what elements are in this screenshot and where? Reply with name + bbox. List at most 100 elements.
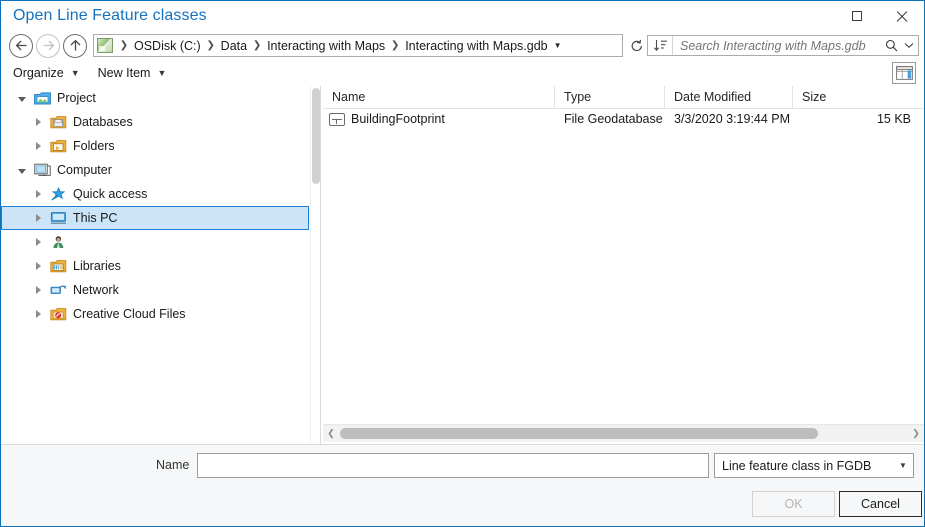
tree-item-computer[interactable]: Computer [1,158,310,182]
quick-access-star-icon [49,186,67,202]
search-button[interactable] [882,36,900,55]
expander-closed-icon[interactable] [27,214,49,222]
search-bar[interactable] [647,35,919,56]
tree-item-label: Databases [73,115,133,129]
expander-closed-icon[interactable] [27,286,49,294]
search-options-button[interactable] [900,36,918,55]
expander-closed-icon[interactable] [27,190,49,198]
file-list-horizontal-scrollbar[interactable]: ❮ ❯ [323,424,924,442]
ok-button[interactable]: OK [752,491,835,517]
file-list-header: Name Type Date Modified Size [323,86,924,109]
open-line-feature-classes-dialog: Open Line Feature classes [0,0,925,527]
expander-closed-icon[interactable] [27,142,49,150]
chevron-down-icon [904,42,914,49]
arrow-left-icon [15,40,28,51]
tree-item-label: Folders [73,139,115,153]
tree-item-label: Creative Cloud Files [73,307,186,321]
forward-button [36,34,60,58]
line-feature-class-icon [329,113,345,126]
chevron-down-icon: ▼ [157,68,166,78]
maximize-button[interactable] [834,2,879,31]
name-input[interactable] [197,453,709,478]
column-header-type[interactable]: Type [555,86,665,108]
expander-closed-icon[interactable] [27,262,49,270]
expander-closed-icon[interactable] [27,118,49,126]
breadcrumb-interacting-with-maps[interactable]: Interacting with Maps [264,39,388,53]
breadcrumb-chevron-0[interactable]: ❯ [117,40,131,51]
file-name-label: BuildingFootprint [351,109,445,130]
new-item-menu[interactable]: New Item ▼ [92,62,173,84]
libraries-icon [49,258,67,274]
search-icon [885,39,898,52]
scroll-left-icon[interactable]: ❮ [323,425,339,442]
up-button[interactable] [63,34,87,58]
expander-open-icon[interactable] [11,95,33,102]
tree-item-creative-cloud-files[interactable]: Creative Cloud Files [1,302,310,326]
arrow-right-icon [42,40,55,51]
breadcrumb-interacting-with-maps-gdb[interactable]: Interacting with Maps.gdb [402,39,550,53]
new-item-label: New Item [98,66,151,80]
name-field-label: Name [156,458,189,472]
tree-item-this-pc[interactable]: This PC [1,206,309,230]
file-size-cell: 15 KB [793,109,924,130]
breadcrumb-chevron-2[interactable]: ❯ [250,40,264,51]
databases-icon [49,114,67,130]
column-header-date-modified[interactable]: Date Modified [665,86,793,108]
tree-item-label: Libraries [73,259,121,273]
project-folder-icon [33,90,51,106]
column-header-size[interactable]: Size [793,86,924,108]
folder-tree: Project Databases [1,86,310,444]
breadcrumb-chevron-3[interactable]: ❯ [388,40,402,51]
back-button[interactable] [9,34,33,58]
expander-closed-icon[interactable] [27,310,49,318]
details-view-icon [896,66,913,80]
tree-item-label: Computer [57,163,112,177]
view-mode-button[interactable] [892,62,916,84]
tree-item-label: Quick access [73,187,147,201]
organize-label: Organize [13,66,64,80]
breadcrumb-dropdown-icon[interactable]: ▼ [551,41,565,50]
dialog-footer: Name Line feature class in FGDB ▼ OK Can… [1,444,924,527]
tree-item-label: Project [57,91,96,105]
sort-button[interactable] [648,36,673,55]
this-pc-monitor-icon [49,210,67,226]
tree-item-project[interactable]: Project [1,86,310,110]
creative-cloud-icon [49,306,67,322]
breadcrumb-data[interactable]: Data [218,39,250,53]
scroll-right-icon[interactable]: ❯ [908,425,924,442]
tree-item-quick-access[interactable]: Quick access [1,182,310,206]
table-row[interactable]: BuildingFootprint File Geodatabase F 3/3… [323,109,924,130]
folders-icon [49,138,67,154]
horizontal-scroll-thumb[interactable] [340,428,818,439]
organize-menu[interactable]: Organize ▼ [7,62,86,84]
breadcrumb-chevron-1[interactable]: ❯ [204,40,218,51]
window-title: Open Line Feature classes [13,7,207,25]
file-type-cell: File Geodatabase F [555,109,665,130]
refresh-icon [630,39,644,53]
address-bar[interactable]: ❯ OSDisk (C:) ❯ Data ❯ Interacting with … [93,34,623,57]
column-header-name[interactable]: Name [323,86,555,108]
cancel-button[interactable]: Cancel [839,491,922,517]
sort-descending-icon [653,39,668,52]
search-input[interactable] [673,38,882,54]
close-button[interactable] [879,2,924,31]
file-name-cell[interactable]: BuildingFootprint [323,109,555,130]
expander-closed-icon[interactable] [27,238,49,246]
tree-item-folders[interactable]: Folders [1,134,310,158]
chevron-down-icon: ▼ [71,68,80,78]
tree-item-label: This PC [73,211,117,225]
tree-item-libraries[interactable]: Libraries [1,254,310,278]
arrow-up-icon [70,39,81,52]
tree-item-databases[interactable]: Databases [1,110,310,134]
horizontal-scroll-track[interactable] [339,425,908,442]
file-type-dropdown[interactable]: Line feature class in FGDB ▼ [714,453,914,478]
user-person-icon [49,234,67,250]
breadcrumb-osdisk[interactable]: OSDisk (C:) [131,39,204,53]
tree-scrollbar-thumb[interactable] [312,88,320,184]
file-type-dropdown-label: Line feature class in FGDB [715,459,893,473]
navigation-bar: ❯ OSDisk (C:) ❯ Data ❯ Interacting with … [1,31,924,60]
tree-item-network[interactable]: Network [1,278,310,302]
refresh-button[interactable] [627,35,647,56]
tree-item-user[interactable] [1,230,310,254]
expander-open-icon[interactable] [11,167,33,174]
